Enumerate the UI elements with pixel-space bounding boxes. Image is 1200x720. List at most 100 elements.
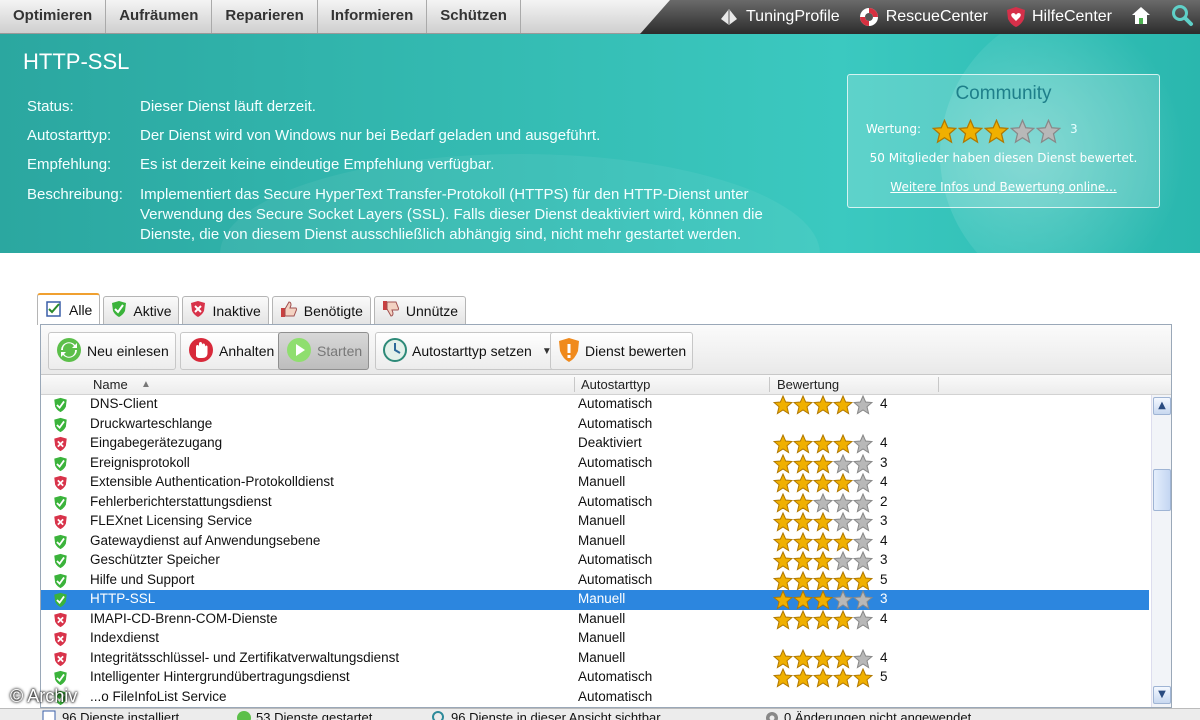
vertical-scrollbar[interactable]: ▲ ▼ xyxy=(1151,395,1171,707)
service-name: Geschützter Speicher xyxy=(90,552,220,567)
column-name-header[interactable]: Name xyxy=(93,377,128,392)
column-rating-header[interactable]: Bewertung xyxy=(777,377,839,392)
service-autostart-type: Automatisch xyxy=(578,396,653,411)
stop-button[interactable]: Anhalten xyxy=(180,332,282,370)
service-rating-value: 5 xyxy=(880,571,888,587)
menu-aufraeumen[interactable]: Aufräumen xyxy=(106,0,213,33)
community-rating-stars[interactable] xyxy=(931,118,1062,148)
menu-optimieren[interactable]: Optimieren xyxy=(0,0,107,33)
service-title: HTTP-SSL xyxy=(23,49,130,74)
community-more-info-link[interactable]: Weitere Infos und Bewertung online... xyxy=(848,180,1159,194)
tuning-profile-link[interactable]: TuningProfile xyxy=(718,6,840,28)
red-shield-icon xyxy=(53,631,68,650)
status-row: Status: Dieser Dienst läuft derzeit. xyxy=(27,97,847,117)
table-row[interactable]: Hilfe und Support Automatisch 5 xyxy=(41,570,1149,592)
star-filled-icon[interactable] xyxy=(957,118,984,148)
star-filled-icon[interactable] xyxy=(983,118,1010,148)
column-autostart-header[interactable]: Autostarttyp xyxy=(581,377,650,392)
service-rating-value: 3 xyxy=(880,513,888,528)
service-rating-value: 3 xyxy=(880,552,888,567)
tab-aktive[interactable]: Aktive xyxy=(103,296,180,324)
service-rating-value: 4 xyxy=(880,649,888,665)
refresh-icon xyxy=(55,336,83,367)
hilfe-center-link[interactable]: HilfeCenter xyxy=(1006,6,1112,28)
start-button[interactable]: Starten xyxy=(278,332,370,370)
column-separator[interactable] xyxy=(938,377,939,392)
table-row[interactable]: Extensible Authentication-Protokolldiens… xyxy=(41,472,1149,494)
table-row[interactable]: Gatewaydienst auf Anwendungsebene Manuell… xyxy=(41,531,1149,552)
start-label: Starten xyxy=(317,343,363,359)
service-autostart-type: Manuell xyxy=(578,532,626,548)
scroll-up-button[interactable]: ▲ xyxy=(1153,397,1171,415)
menu-reparieren[interactable]: Reparieren xyxy=(212,0,318,33)
scroll-thumb[interactable] xyxy=(1153,469,1171,511)
status-bar: 96 Dienste installiert 53 Dienste gestar… xyxy=(0,708,1200,720)
menu-informieren[interactable]: Informieren xyxy=(318,0,428,33)
table-row[interactable]: Ereignisprotokoll Automatisch 3 xyxy=(41,453,1149,474)
community-title: Community xyxy=(955,83,1052,104)
menu-schuetzen[interactable]: Schützen xyxy=(427,0,521,33)
service-autostart-type: Manuell xyxy=(578,610,626,626)
green-shield-icon xyxy=(53,573,68,592)
rescue-center-link[interactable]: RescueCenter xyxy=(858,6,988,28)
hand-stop-icon xyxy=(187,336,215,367)
community-rating-label: Wertung: xyxy=(866,122,922,136)
service-rating-value: 4 xyxy=(880,396,888,411)
table-row[interactable]: Integritätsschlüssel- und Zertifikatverw… xyxy=(41,648,1149,669)
tab-alle[interactable]: Alle xyxy=(37,293,101,325)
tuning-profile-label: TuningProfile xyxy=(746,8,840,25)
star-empty-icon[interactable] xyxy=(1009,118,1036,148)
column-separator[interactable] xyxy=(574,377,575,392)
status-value: Dieser Dienst läuft derzeit. xyxy=(140,98,316,115)
table-row[interactable]: FLEXnet Licensing Service Manuell 3 xyxy=(41,511,1149,533)
green-shield-icon xyxy=(53,553,68,572)
table-row[interactable]: Druckwarteschlange Automatisch xyxy=(41,415,1149,435)
table-row[interactable]: ...o FileInfoList Service Automatisch xyxy=(41,688,1149,708)
service-name: Gatewaydienst auf Anwendungsebene xyxy=(90,532,321,548)
status-started: 53 Dienste gestartet xyxy=(236,710,372,720)
star-empty-icon[interactable] xyxy=(1035,118,1062,148)
table-row[interactable]: Intelligenter Hintergrundübertragungsdie… xyxy=(41,667,1149,688)
service-name: HTTP-SSL xyxy=(90,591,156,606)
red-shield-icon xyxy=(53,475,68,494)
rate-service-button[interactable]: Dienst bewerten xyxy=(550,332,694,370)
service-rating-value: 4 xyxy=(880,474,888,489)
description-label: Beschreibung: xyxy=(27,186,123,203)
filter-tabs: Alle Aktive Inaktive Benötigte Unnütze xyxy=(37,293,467,325)
service-name: FLEXnet Licensing Service xyxy=(90,513,253,528)
status-visible: 96 Dienste in dieser Ansicht sichtbar xyxy=(431,710,661,720)
table-row[interactable]: DNS-Client Automatisch 4 xyxy=(41,395,1149,415)
description-line-2: Verwendung des Secure Socket Layers (SSL… xyxy=(140,206,763,223)
column-separator[interactable] xyxy=(769,377,770,392)
refresh-button[interactable]: Neu einlesen xyxy=(48,332,176,370)
status-installed: 96 Dienste installiert xyxy=(42,710,179,720)
green-shield-icon xyxy=(53,397,68,416)
checklist-icon xyxy=(42,710,58,720)
stop-label: Anhalten xyxy=(219,343,275,359)
service-autostart-type: Manuell xyxy=(578,591,626,606)
tab-inaktive-label: Inaktive xyxy=(212,302,261,319)
search-icon[interactable] xyxy=(1170,3,1194,31)
table-row[interactable]: Fehlerberichterstattungsdienst Automatisc… xyxy=(41,492,1149,513)
tab-unnuetze-label: Unnütze xyxy=(405,302,459,319)
table-row[interactable]: Eingabegerätezugang Deaktiviert 4 xyxy=(41,433,1149,454)
table-row-selected[interactable]: HTTP-SSL Manuell 3 xyxy=(41,589,1149,610)
clock-icon xyxy=(382,337,408,366)
status-pending-text: 0 Änderungen nicht angewendet xyxy=(784,710,972,720)
red-shield-icon xyxy=(53,514,68,533)
tab-inaktive[interactable]: Inaktive xyxy=(182,296,269,324)
service-rating-value: 3 xyxy=(880,591,888,606)
lifebuoy-icon xyxy=(858,6,880,28)
tab-unnuetze[interactable]: Unnütze xyxy=(373,296,467,324)
star-filled-icon[interactable] xyxy=(931,118,958,148)
status-pending: 0 Änderungen nicht angewendet xyxy=(764,710,971,720)
table-row[interactable]: Geschützter Speicher Automatisch 3 xyxy=(41,550,1149,572)
home-icon[interactable] xyxy=(1130,4,1152,30)
tab-benoetigte[interactable]: Benötigte xyxy=(271,296,371,324)
tab-aktive-label: Aktive xyxy=(133,302,172,319)
autostart-type-button[interactable]: Autostarttyp setzen ▼ xyxy=(375,332,559,370)
scroll-down-button[interactable]: ▼ xyxy=(1153,686,1171,704)
table-row[interactable]: IMAPI-CD-Brenn-COM-Dienste Manuell 4 xyxy=(41,609,1149,630)
rate-service-label: Dienst bewerten xyxy=(585,343,687,359)
table-row[interactable]: Indexdienst Manuell xyxy=(41,629,1149,649)
